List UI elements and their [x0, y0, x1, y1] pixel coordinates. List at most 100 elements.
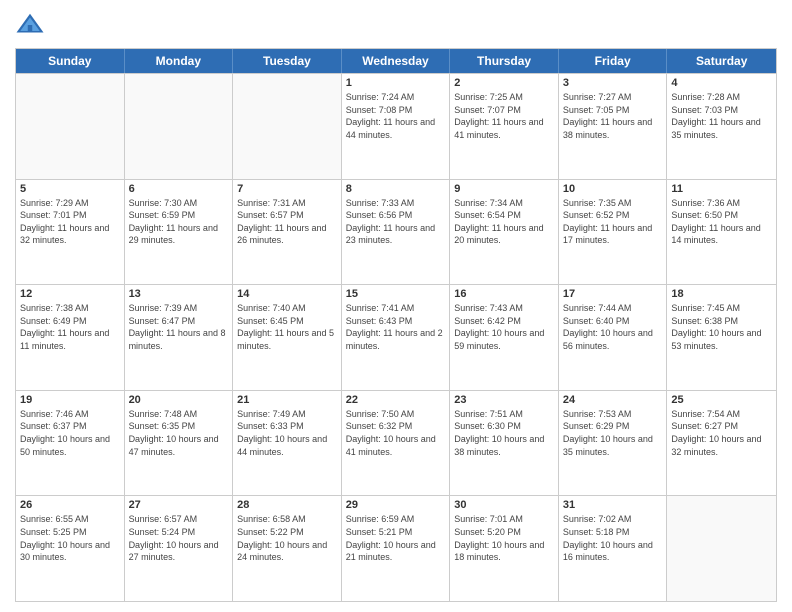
calendar-week-4: 19 Sunrise: 7:46 AM Sunset: 6:37 PM Dayli… [16, 390, 776, 496]
day-info: Sunrise: 7:48 AM Sunset: 6:35 PM Dayligh… [129, 408, 229, 458]
day-number: 6 [129, 183, 229, 195]
day-info: Sunrise: 7:35 AM Sunset: 6:52 PM Dayligh… [563, 197, 663, 247]
logo-icon [15, 10, 45, 40]
page: SundayMondayTuesdayWednesdayThursdayFrid… [0, 0, 792, 612]
day-number: 20 [129, 394, 229, 406]
header [15, 10, 777, 40]
day-info: Sunrise: 7:02 AM Sunset: 5:18 PM Dayligh… [563, 513, 663, 563]
calendar-cell: 29 Sunrise: 6:59 AM Sunset: 5:21 PM Dayli… [342, 496, 451, 601]
calendar-cell [233, 74, 342, 179]
day-number: 19 [20, 394, 120, 406]
day-info: Sunrise: 7:34 AM Sunset: 6:54 PM Dayligh… [454, 197, 554, 247]
calendar-week-1: 1 Sunrise: 7:24 AM Sunset: 7:08 PM Daylig… [16, 73, 776, 179]
day-info: Sunrise: 7:44 AM Sunset: 6:40 PM Dayligh… [563, 302, 663, 352]
day-number: 3 [563, 77, 663, 89]
day-number: 9 [454, 183, 554, 195]
day-info: Sunrise: 7:31 AM Sunset: 6:57 PM Dayligh… [237, 197, 337, 247]
day-number: 21 [237, 394, 337, 406]
calendar-week-2: 5 Sunrise: 7:29 AM Sunset: 7:01 PM Daylig… [16, 179, 776, 285]
calendar-body: 1 Sunrise: 7:24 AM Sunset: 7:08 PM Daylig… [16, 73, 776, 601]
calendar-cell: 28Sunrise: 6:58 AM Sunset: 5:22 PM Dayli… [233, 496, 342, 601]
calendar-week-3: 12Sunrise: 7:38 AM Sunset: 6:49 PM Dayli… [16, 284, 776, 390]
day-number: 14 [237, 288, 337, 300]
day-number: 2 [454, 77, 554, 89]
day-number: 12 [20, 288, 120, 300]
logo [15, 10, 49, 40]
day-info: Sunrise: 7:46 AM Sunset: 6:37 PM Dayligh… [20, 408, 120, 458]
day-info: Sunrise: 7:39 AM Sunset: 6:47 PM Dayligh… [129, 302, 229, 352]
calendar-cell: 18 Sunrise: 7:45 AM Sunset: 6:38 PM Dayli… [667, 285, 776, 390]
calendar-cell: 16 Sunrise: 7:43 AM Sunset: 6:42 PM Dayli… [450, 285, 559, 390]
day-number: 15 [346, 288, 446, 300]
day-header-monday: Monday [125, 49, 234, 73]
day-info: Sunrise: 6:59 AM Sunset: 5:21 PM Dayligh… [346, 513, 446, 563]
calendar-cell: 22 Sunrise: 7:50 AM Sunset: 6:32 PM Dayli… [342, 391, 451, 496]
day-info: Sunrise: 7:01 AM Sunset: 5:20 PM Dayligh… [454, 513, 554, 563]
day-info: Sunrise: 7:33 AM Sunset: 6:56 PM Dayligh… [346, 197, 446, 247]
day-info: Sunrise: 6:57 AM Sunset: 5:24 PM Dayligh… [129, 513, 229, 563]
calendar-cell: 30 Sunrise: 7:01 AM Sunset: 5:20 PM Dayli… [450, 496, 559, 601]
calendar-cell: 2 Sunrise: 7:25 AM Sunset: 7:07 PM Daylig… [450, 74, 559, 179]
day-number: 18 [671, 288, 772, 300]
day-info: Sunrise: 7:24 AM Sunset: 7:08 PM Dayligh… [346, 91, 446, 141]
day-number: 31 [563, 499, 663, 511]
day-info: Sunrise: 7:28 AM Sunset: 7:03 PM Dayligh… [671, 91, 772, 141]
calendar-cell: 11 Sunrise: 7:36 AM Sunset: 6:50 PM Dayli… [667, 180, 776, 285]
calendar-cell: 21 Sunrise: 7:49 AM Sunset: 6:33 PM Dayli… [233, 391, 342, 496]
calendar-cell: 24 Sunrise: 7:53 AM Sunset: 6:29 PM Dayli… [559, 391, 668, 496]
calendar-cell: 23 Sunrise: 7:51 AM Sunset: 6:30 PM Dayli… [450, 391, 559, 496]
calendar-cell: 8 Sunrise: 7:33 AM Sunset: 6:56 PM Daylig… [342, 180, 451, 285]
calendar-cell: 9 Sunrise: 7:34 AM Sunset: 6:54 PM Daylig… [450, 180, 559, 285]
day-info: Sunrise: 7:29 AM Sunset: 7:01 PM Dayligh… [20, 197, 120, 247]
day-info: Sunrise: 7:49 AM Sunset: 6:33 PM Dayligh… [237, 408, 337, 458]
calendar-cell: 25Sunrise: 7:54 AM Sunset: 6:27 PM Dayli… [667, 391, 776, 496]
day-number: 1 [346, 77, 446, 89]
calendar-cell: 3 Sunrise: 7:27 AM Sunset: 7:05 PM Daylig… [559, 74, 668, 179]
day-number: 13 [129, 288, 229, 300]
day-number: 29 [346, 499, 446, 511]
day-number: 4 [671, 77, 772, 89]
day-info: Sunrise: 7:50 AM Sunset: 6:32 PM Dayligh… [346, 408, 446, 458]
day-info: Sunrise: 7:53 AM Sunset: 6:29 PM Dayligh… [563, 408, 663, 458]
calendar-cell: 19 Sunrise: 7:46 AM Sunset: 6:37 PM Dayli… [16, 391, 125, 496]
calendar-cell: 27Sunrise: 6:57 AM Sunset: 5:24 PM Dayli… [125, 496, 234, 601]
calendar-cell: 20 Sunrise: 7:48 AM Sunset: 6:35 PM Dayli… [125, 391, 234, 496]
day-info: Sunrise: 7:27 AM Sunset: 7:05 PM Dayligh… [563, 91, 663, 141]
calendar-cell: 26Sunrise: 6:55 AM Sunset: 5:25 PM Dayli… [16, 496, 125, 601]
day-number: 8 [346, 183, 446, 195]
calendar-cell [16, 74, 125, 179]
day-number: 25 [671, 394, 772, 406]
day-header-friday: Friday [559, 49, 668, 73]
calendar-cell [125, 74, 234, 179]
day-info: Sunrise: 6:58 AM Sunset: 5:22 PM Dayligh… [237, 513, 337, 563]
day-info: Sunrise: 7:43 AM Sunset: 6:42 PM Dayligh… [454, 302, 554, 352]
day-number: 16 [454, 288, 554, 300]
day-header-saturday: Saturday [667, 49, 776, 73]
day-info: Sunrise: 7:25 AM Sunset: 7:07 PM Dayligh… [454, 91, 554, 141]
calendar-cell: 1 Sunrise: 7:24 AM Sunset: 7:08 PM Daylig… [342, 74, 451, 179]
calendar-cell: 14 Sunrise: 7:40 AM Sunset: 6:45 PM Dayli… [233, 285, 342, 390]
calendar-header: SundayMondayTuesdayWednesdayThursdayFrid… [16, 49, 776, 73]
day-number: 23 [454, 394, 554, 406]
calendar-cell: 31 Sunrise: 7:02 AM Sunset: 5:18 PM Dayli… [559, 496, 668, 601]
day-number: 5 [20, 183, 120, 195]
day-number: 24 [563, 394, 663, 406]
calendar-cell: 15Sunrise: 7:41 AM Sunset: 6:43 PM Dayli… [342, 285, 451, 390]
day-number: 22 [346, 394, 446, 406]
day-header-sunday: Sunday [16, 49, 125, 73]
day-header-thursday: Thursday [450, 49, 559, 73]
day-info: Sunrise: 7:30 AM Sunset: 6:59 PM Dayligh… [129, 197, 229, 247]
day-info: Sunrise: 7:40 AM Sunset: 6:45 PM Dayligh… [237, 302, 337, 352]
day-info: Sunrise: 7:36 AM Sunset: 6:50 PM Dayligh… [671, 197, 772, 247]
day-info: Sunrise: 7:51 AM Sunset: 6:30 PM Dayligh… [454, 408, 554, 458]
calendar-cell: 6 Sunrise: 7:30 AM Sunset: 6:59 PM Daylig… [125, 180, 234, 285]
calendar: SundayMondayTuesdayWednesdayThursdayFrid… [15, 48, 777, 602]
day-header-wednesday: Wednesday [342, 49, 451, 73]
calendar-week-5: 26Sunrise: 6:55 AM Sunset: 5:25 PM Dayli… [16, 495, 776, 601]
calendar-cell: 17Sunrise: 7:44 AM Sunset: 6:40 PM Dayli… [559, 285, 668, 390]
day-header-tuesday: Tuesday [233, 49, 342, 73]
day-number: 11 [671, 183, 772, 195]
day-number: 30 [454, 499, 554, 511]
day-info: Sunrise: 7:45 AM Sunset: 6:38 PM Dayligh… [671, 302, 772, 352]
calendar-cell: 10Sunrise: 7:35 AM Sunset: 6:52 PM Dayli… [559, 180, 668, 285]
